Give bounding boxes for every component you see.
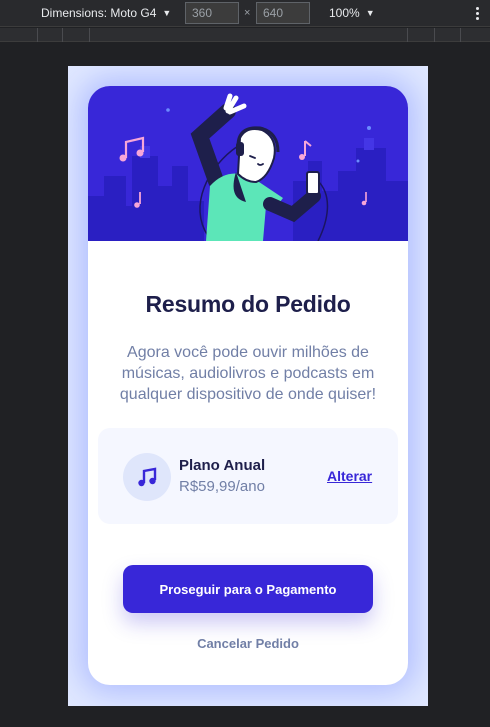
hero-illustration [88, 86, 408, 241]
ruler-marker [407, 28, 408, 42]
change-plan-link[interactable]: Alterar [327, 468, 372, 484]
device-select[interactable]: Dimensions: Moto G4 ▼ [41, 6, 171, 20]
caret-down-icon: ▼ [162, 8, 172, 18]
emulated-viewport: Resumo do Pedido Agora você pode ouvir m… [68, 66, 428, 706]
zoom-select[interactable]: 100% ▼ [329, 6, 375, 20]
music-note-icon [123, 453, 171, 501]
plan-summary: Plano Anual R$59,99/ano Alterar [98, 428, 398, 524]
ruler-marker [460, 28, 461, 42]
proceed-to-payment-button[interactable]: Proseguir para o Pagamento [123, 565, 373, 613]
more-vertical-icon[interactable] [472, 4, 482, 22]
viewport-height-input[interactable]: 640 [256, 2, 310, 24]
hero-illustration-art [88, 93, 408, 241]
plan-name: Plano Anual [179, 457, 266, 474]
cancel-order-link[interactable]: Cancelar Pedido [88, 636, 408, 651]
order-summary-card: Resumo do Pedido Agora você pode ouvir m… [88, 86, 408, 685]
ruler-marker [62, 28, 63, 42]
page-title: Resumo do Pedido [145, 291, 351, 317]
viewport-width-input[interactable]: 360 [185, 2, 239, 24]
ruler-marker [434, 28, 435, 42]
media-query-ruler[interactable] [0, 28, 490, 42]
page-description: Agora você pode ouvir milhões de músicas… [119, 344, 377, 403]
devtools-device-toolbar: Dimensions: Moto G4 ▼ 360 × 640 100% ▼ [0, 0, 490, 27]
device-select-label: Dimensions: Moto G4 [41, 6, 157, 20]
ruler-marker [89, 28, 90, 42]
caret-down-icon: ▼ [365, 8, 375, 18]
ruler-marker [37, 28, 38, 42]
zoom-select-label: 100% [329, 6, 360, 20]
dimension-separator: × [244, 7, 251, 19]
plan-price: R$59,99/ano [179, 478, 265, 495]
